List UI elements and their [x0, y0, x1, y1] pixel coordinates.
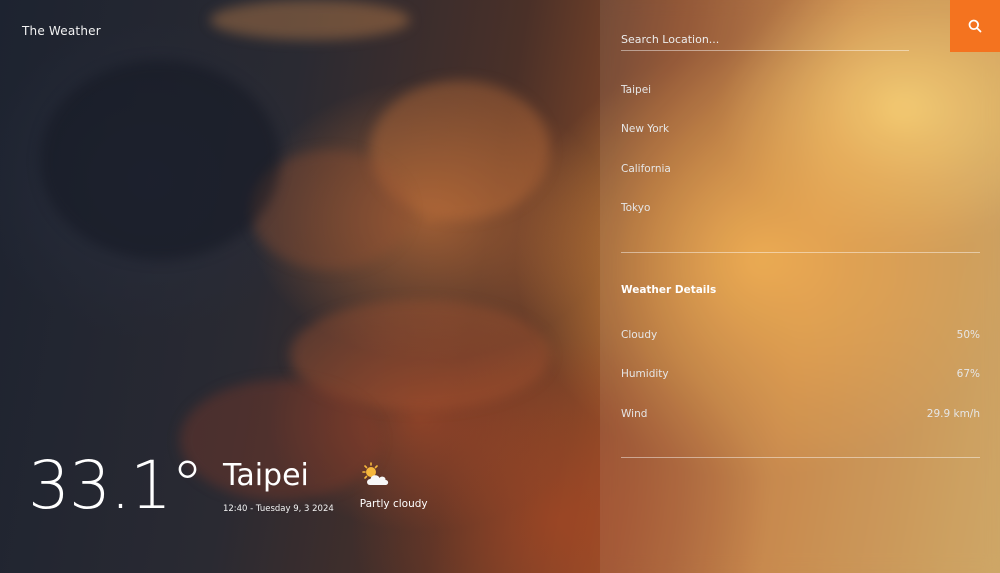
location-item-taipei[interactable]: Taipei: [621, 84, 671, 123]
search-icon: [968, 19, 982, 33]
details-title: Weather Details: [621, 284, 717, 296]
location-item-new-york[interactable]: New York: [621, 123, 671, 162]
detail-row-humidity: Humidity 67%: [621, 368, 980, 407]
detail-value: 67%: [956, 368, 980, 381]
search-button[interactable]: [950, 0, 1000, 52]
detail-label: Wind: [621, 407, 648, 420]
weather-app: The Weather 33.1° Taipei 12:40 - Tuesday…: [0, 0, 1000, 573]
location-item-tokyo[interactable]: Tokyo: [621, 202, 671, 241]
detail-label: Humidity: [621, 368, 669, 381]
divider: [621, 457, 980, 458]
city-name: Taipei: [222, 458, 309, 493]
detail-value: 50%: [956, 329, 980, 341]
date-time: 12:40 - Tuesday 9, 3 2024: [222, 504, 334, 514]
city-block: Taipei 12:40 - Tuesday 9, 3 2024: [223, 458, 334, 514]
temperature: 33.1°: [28, 447, 204, 524]
condition-text: Partly cloudy: [359, 498, 428, 510]
app-brand: The Weather: [22, 24, 101, 38]
detail-value: 29.9 km/h: [926, 407, 980, 420]
location-item-california[interactable]: California: [621, 163, 671, 202]
cloud-texture: [40, 60, 280, 260]
detail-row-cloudy: Cloudy 50%: [621, 329, 980, 368]
current-weather: 33.1° Taipei 12:40 - Tuesday 9, 3 2024 P…: [28, 446, 440, 526]
condition-block: Partly cloudy: [360, 462, 440, 510]
weather-details: Cloudy 50% Humidity 67% Wind 29.9 km/h: [621, 329, 980, 447]
search-input[interactable]: [621, 28, 909, 51]
detail-label: Cloudy: [621, 329, 658, 341]
side-panel: Taipei New York California Tokyo Weather…: [600, 0, 1000, 573]
divider: [621, 252, 980, 253]
cloud-texture: [210, 0, 410, 40]
partly-cloudy-icon: [361, 462, 388, 485]
detail-row-wind: Wind 29.9 km/h: [621, 408, 980, 447]
location-list: Taipei New York California Tokyo: [621, 84, 671, 241]
